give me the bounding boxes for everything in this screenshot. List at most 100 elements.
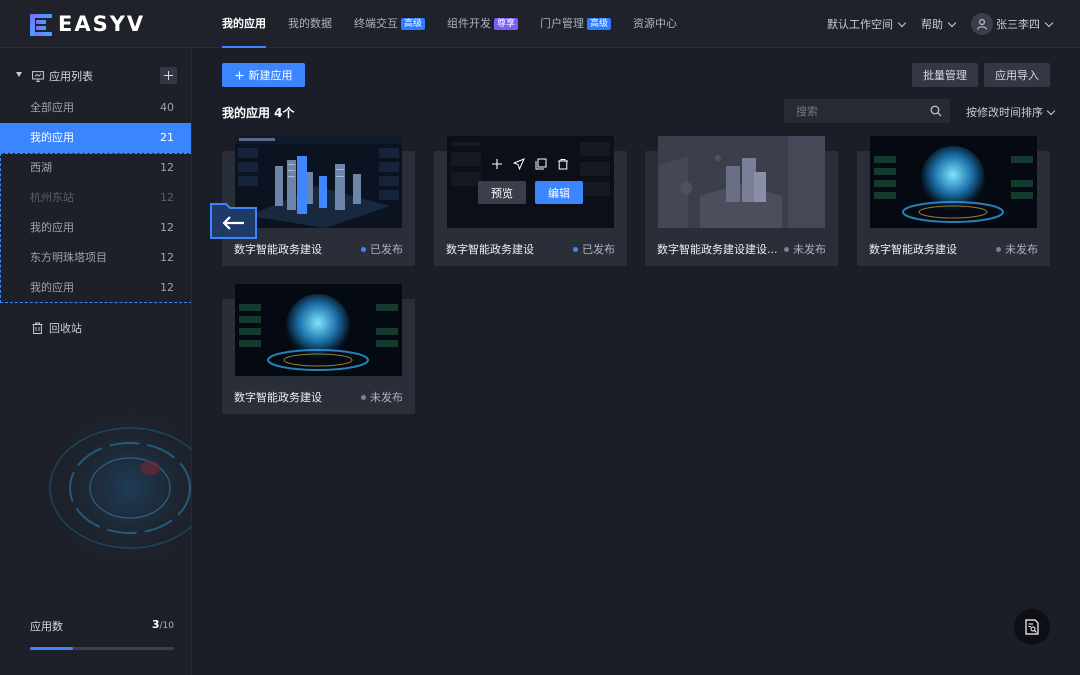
preview-button[interactable]: 预览 [478,181,526,204]
workspace-dropdown[interactable]: 默认工作空间 [827,16,907,32]
chevron-down-icon [1044,18,1054,27]
card-thumbnail[interactable]: 预览 编辑 [447,136,614,228]
sidebar-item-count: 12 [160,281,174,294]
nav-my-data[interactable]: 我的数据 [288,0,332,48]
nav-resource-center[interactable]: 资源中心 [633,0,677,48]
app-list-label: 应用列表 [49,70,93,83]
status-dot [784,246,789,252]
user-menu[interactable]: 张三李四 [971,13,1054,35]
card-hover-overlay: 预览 编辑 [447,136,614,228]
sidebar-item-my-apps-2[interactable]: 我的应用 12 [0,213,191,243]
card-thumbnail[interactable] [235,284,402,376]
card-thumbnail[interactable] [235,136,402,228]
app-card[interactable]: 数字智能政务建设 未发布 [857,136,1050,266]
batch-manage-label: 批量管理 [923,69,967,82]
nav-terminal-interaction[interactable]: 终端交互 高级 [354,0,426,48]
chevron-down-icon [897,18,907,27]
chevron-down-icon [947,18,957,27]
sidebar-item-my-apps[interactable]: 我的应用 21 [0,123,191,153]
search-input[interactable] [784,99,950,123]
sidebar-item-count: 12 [160,221,174,234]
app-count-total: /10 [159,621,174,631]
import-app-button[interactable]: 应用导入 [984,63,1050,87]
sidebar-item-label: 我的应用 [30,221,74,234]
status-label: 已发布 [582,243,615,256]
logo-text: EASYV [58,12,146,36]
copy-icon[interactable] [535,158,547,170]
add-group-button[interactable] [160,67,177,84]
sidebar-item-oriental-pearl[interactable]: 东方明珠塔项目 12 [0,243,191,273]
recycle-label: 回收站 [49,322,82,335]
plus-icon [235,71,243,79]
right-nav: 默认工作空间 帮助 张三李四 [827,0,1054,48]
send-icon[interactable] [513,158,525,170]
floating-help-button[interactable] [1014,609,1050,645]
card-action-icons [491,158,569,170]
new-app-label: 新建应用 [248,69,293,82]
preview-label: 预览 [491,186,513,200]
sidebar-item-label: 全部应用 [30,101,74,114]
search-icon[interactable] [930,105,942,117]
drag-move-folder-icon[interactable] [210,200,258,240]
card-status: 已发布 [361,241,403,257]
new-app-button[interactable]: 新建应用 [222,63,305,87]
sidebar-item-label: 我的应用 [30,131,74,144]
app-count-progress [30,647,174,650]
nav-badge-premium: 尊享 [494,18,519,30]
nav-component-dev[interactable]: 组件开发 尊享 [447,0,519,48]
app-count-label: 应用数 [30,620,63,633]
sidebar-item-count: 21 [160,131,174,144]
nav-label: 我的应用 [222,17,266,30]
main-content: 新建应用 批量管理 应用导入 我的应用 4个 按修改时间排序 [192,48,1080,675]
app-card-hovered[interactable]: 预览 编辑 数字智能政务建设 已发布 [434,136,627,266]
sort-dropdown[interactable]: 按修改时间排序 [966,104,1056,120]
status-dot [996,246,1001,252]
user-name: 张三李四 [996,18,1040,31]
sidebar-item-hangzhou-east[interactable]: 杭州东站 12 [0,183,191,213]
recycle-bin[interactable]: 回收站 [32,320,82,336]
sidebar-item-my-apps-3[interactable]: 我的应用 12 [0,273,191,303]
app-count-progress-fill [30,647,74,650]
sidebar-item-xihu[interactable]: 西湖 12 [0,153,191,183]
nav-label: 组件开发 [447,17,492,30]
placeholder-thumbnail [658,136,825,228]
status-dot [573,246,578,252]
nav-my-apps[interactable]: 我的应用 [222,0,266,48]
status-label: 未发布 [370,391,403,404]
sidebar-item-all-apps[interactable]: 全部应用 40 [0,93,191,123]
import-app-label: 应用导入 [995,69,1039,82]
card-status: 已发布 [573,241,615,257]
card-status: 未发布 [361,389,403,405]
sidebar-item-label: 我的应用 [30,281,74,294]
city-dashboard-thumbnail [235,136,402,228]
move-icon[interactable] [491,158,503,170]
app-card[interactable]: 数字智能政务建设建设... 未发布 [645,136,838,266]
delete-icon[interactable] [557,158,569,170]
logo[interactable]: EASYV [30,12,145,36]
nav-portal-manage[interactable]: 门户管理 高级 [540,0,612,48]
chevron-down-icon [1046,106,1056,115]
avatar [971,13,993,35]
card-thumbnail[interactable] [658,136,825,228]
card-thumbnail[interactable] [870,136,1037,228]
help-dropdown[interactable]: 帮助 [921,16,957,32]
status-dot [361,246,366,252]
card-name: 数字智能政务建设 [869,243,957,256]
batch-manage-button[interactable]: 批量管理 [912,63,978,87]
card-name: 数字智能政务建设 [234,243,322,256]
status-label: 未发布 [1005,243,1038,256]
edit-button[interactable]: 编辑 [535,181,583,204]
sidebar: 应用列表 全部应用 40 我的应用 21 西湖 12 杭州东站 12 我的应用 12 东方… [0,48,192,675]
card-name: 数字智能政务建设建设... [657,243,778,256]
nav-label: 我的数据 [288,17,332,30]
globe-dashboard-thumbnail [235,284,402,376]
app-count-value: 3/10 [152,618,174,634]
app-card[interactable]: 数字智能政务建设 未发布 [222,284,415,414]
app-list-header[interactable]: 应用列表 [0,64,191,86]
caret-down-icon[interactable] [16,72,22,77]
card-name: 数字智能政务建设 [446,243,534,256]
app-count: 应用数 3/10 [30,618,174,634]
sort-label: 按修改时间排序 [966,106,1043,119]
card-status: 未发布 [996,241,1038,257]
card-name: 数字智能政务建设 [234,391,322,404]
